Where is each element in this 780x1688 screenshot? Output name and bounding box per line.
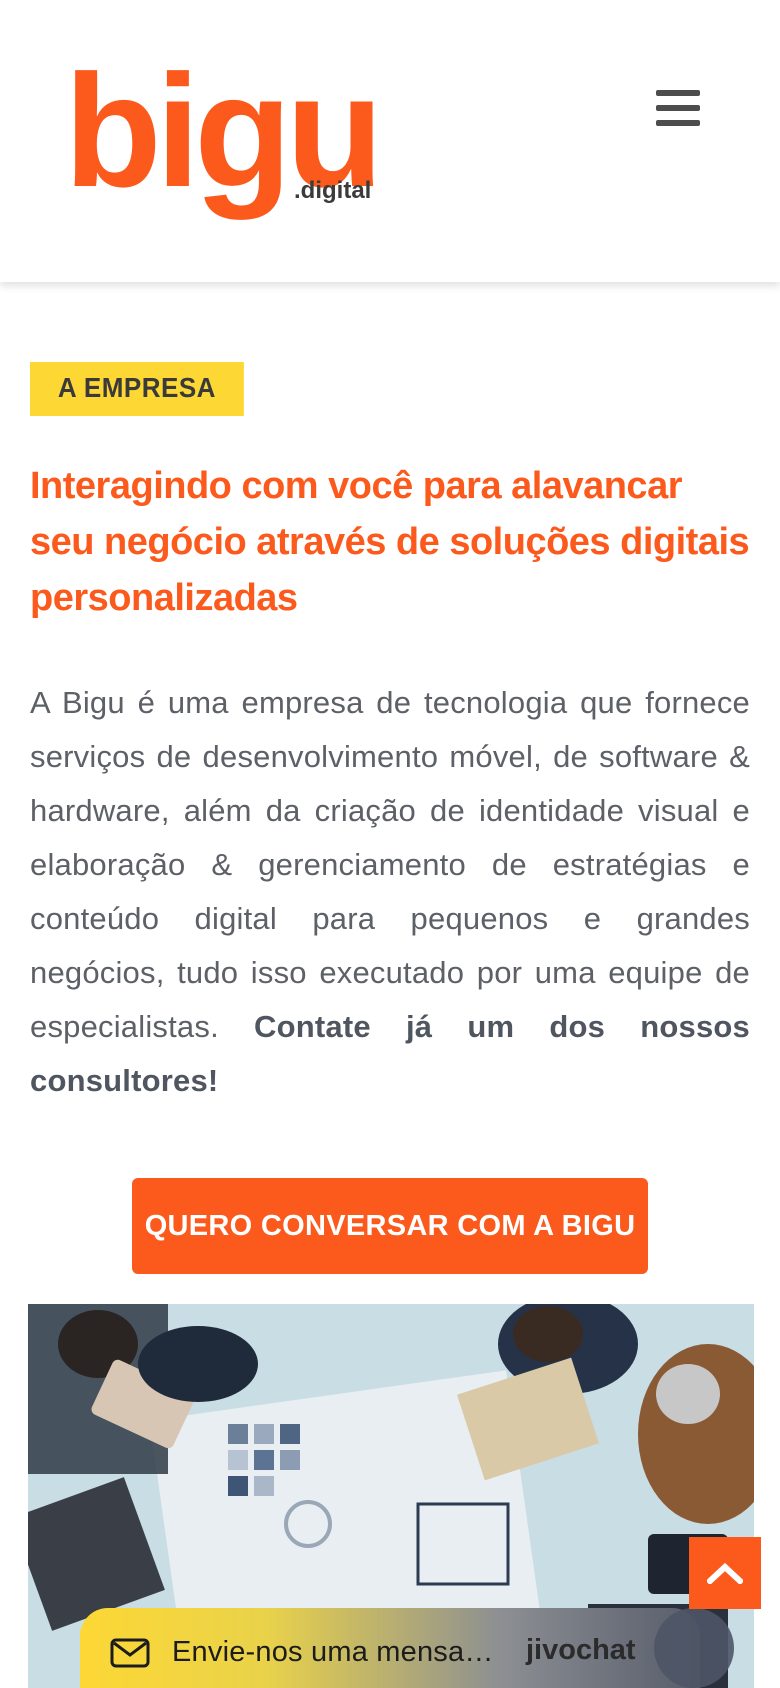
section-tag: A EMPRESA bbox=[30, 362, 244, 416]
cta-wrapper: QUERO CONVERSAR COM A BIGU bbox=[0, 1178, 780, 1274]
menu-bar bbox=[656, 120, 700, 126]
bigu-logo-graphic: bigu .digital bbox=[64, 46, 384, 220]
section-title: Interagindo com você para alavancar seu … bbox=[30, 465, 750, 619]
chat-placeholder: Envie-nos uma mensa… bbox=[172, 1636, 494, 1668]
chevron-up-icon bbox=[707, 1562, 743, 1584]
chat-brand: jivochat bbox=[526, 1634, 636, 1666]
talk-to-bigu-button[interactable]: QUERO CONVERSAR COM A BIGU bbox=[132, 1178, 648, 1274]
section-description: A Bigu é uma empresa de tecnologia que f… bbox=[30, 676, 750, 1108]
about-section: A EMPRESA Interagindo com você para alav… bbox=[30, 362, 750, 1108]
site-header: bigu .digital bbox=[0, 0, 780, 282]
bigu-logo[interactable]: bigu .digital bbox=[64, 46, 424, 236]
logo-suffix: .digital bbox=[294, 177, 371, 204]
hamburger-menu-icon[interactable] bbox=[650, 86, 706, 130]
back-to-top-button[interactable] bbox=[689, 1537, 761, 1609]
chat-widget[interactable]: Envie-nos uma mensa… jivochat bbox=[80, 1608, 734, 1688]
description-text: A Bigu é uma empresa de tecnologia que f… bbox=[30, 685, 750, 1044]
chat-avatar bbox=[654, 1608, 734, 1688]
mail-icon bbox=[110, 1638, 150, 1668]
menu-bar bbox=[656, 105, 700, 111]
menu-bar bbox=[656, 90, 700, 96]
